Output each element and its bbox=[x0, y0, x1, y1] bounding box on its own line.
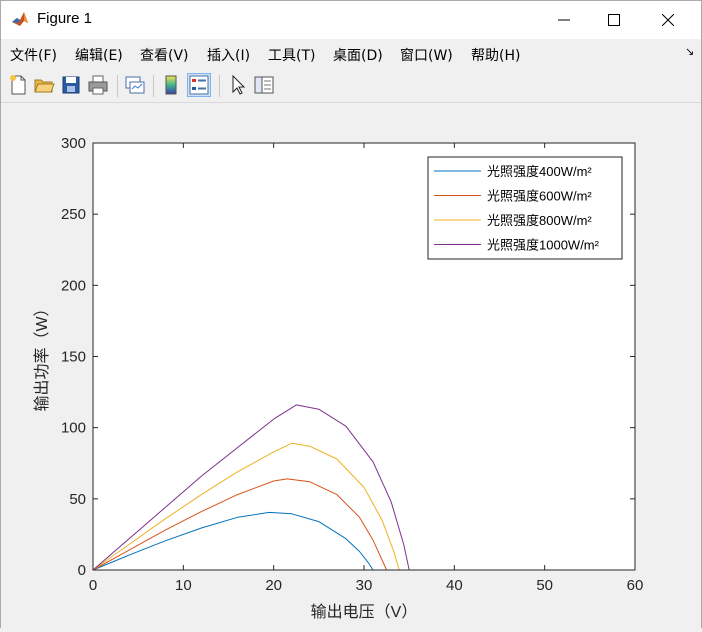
x-tick-label: 10 bbox=[175, 577, 192, 594]
legend-label: 光照强度400W/m² bbox=[487, 164, 592, 179]
minimize-icon bbox=[558, 19, 570, 21]
close-button[interactable] bbox=[645, 1, 691, 39]
print-icon bbox=[88, 75, 108, 95]
new-figure-button[interactable] bbox=[6, 73, 30, 97]
x-tick-label: 60 bbox=[627, 577, 644, 594]
minimize-button[interactable] bbox=[541, 1, 587, 39]
new-figure-icon bbox=[10, 75, 26, 95]
maximize-icon bbox=[608, 14, 620, 26]
link-plot-button[interactable] bbox=[123, 73, 147, 97]
legend-icon bbox=[189, 75, 209, 95]
matlab-logo-icon bbox=[11, 10, 29, 28]
legend-label: 光照强度800W/m² bbox=[487, 213, 592, 228]
menu-help[interactable]: 帮助(H) bbox=[471, 45, 520, 65]
x-axis-label: 输出电压（V） bbox=[311, 603, 418, 621]
link-plot-icon bbox=[125, 76, 145, 94]
close-icon bbox=[662, 14, 674, 26]
menu-insert[interactable]: 插入(I) bbox=[207, 45, 250, 65]
save-icon bbox=[62, 76, 80, 94]
title-bar[interactable]: Figure 1 bbox=[1, 1, 701, 39]
x-tick-label: 40 bbox=[446, 577, 463, 594]
property-inspector-button[interactable] bbox=[252, 73, 276, 97]
edit-plot-cursor-icon bbox=[232, 74, 246, 95]
y-tick-label: 50 bbox=[69, 491, 86, 508]
y-tick-label: 250 bbox=[61, 206, 86, 223]
open-file-icon bbox=[34, 79, 55, 93]
y-tick-label: 150 bbox=[61, 349, 86, 366]
dock-arrow-icon[interactable]: ↘ bbox=[685, 45, 694, 58]
print-button[interactable] bbox=[86, 73, 110, 97]
window-title: Figure 1 bbox=[37, 10, 93, 27]
menu-file[interactable]: 文件(F) bbox=[10, 45, 57, 65]
line-chart[interactable]: 0 10 20 30 40 50 60050100150200250300 输出电压（V） … bbox=[1, 103, 701, 628]
legend-label: 光照强度600W/m² bbox=[487, 189, 592, 204]
y-tick-label: 200 bbox=[61, 277, 86, 294]
toolbar-separator bbox=[117, 75, 118, 97]
x-tick-label: 20 bbox=[265, 577, 282, 594]
legend[interactable]: 光照强度400W/m² 光照强度600W/m² 光照强度800W/m² 光照强度100… bbox=[427, 156, 623, 260]
colorbar-button[interactable] bbox=[159, 73, 183, 97]
y-tick-label: 100 bbox=[61, 420, 86, 437]
y-tick-label: 0 bbox=[78, 562, 86, 579]
y-axis-label: 输出功率（W） bbox=[33, 300, 51, 411]
edit-plot-button[interactable] bbox=[225, 73, 249, 97]
menu-tools[interactable]: 工具(T) bbox=[268, 45, 315, 65]
open-file-button[interactable] bbox=[32, 73, 56, 97]
menu-view[interactable]: 查看(V) bbox=[140, 45, 189, 65]
menu-bar: 文件(F) 编辑(E) 查看(V) 插入(I) 工具(T) 桌面(D) 窗口(W… bbox=[1, 39, 701, 69]
menu-edit[interactable]: 编辑(E) bbox=[75, 45, 123, 65]
figure-canvas[interactable]: 0 10 20 30 40 50 60 0 50 100 150 200 250 300 输出电压（V） … bbox=[1, 103, 701, 628]
menu-desktop[interactable]: 桌面(D) bbox=[333, 45, 383, 65]
menu-window[interactable]: 窗口(W) bbox=[400, 45, 453, 65]
property-inspector-icon bbox=[254, 76, 274, 94]
save-button[interactable] bbox=[59, 73, 83, 97]
x-tick-label: 50 bbox=[536, 577, 553, 594]
toolbar bbox=[1, 69, 701, 103]
y-tick-label: 300 bbox=[61, 135, 86, 152]
colorbar-icon bbox=[165, 75, 177, 95]
x-tick-label: 0 bbox=[89, 577, 97, 594]
legend-button[interactable] bbox=[187, 73, 211, 97]
x-tick-label: 30 bbox=[356, 577, 373, 594]
figure-window: Figure 1 文件(F) 编辑(E) 查看(V) 插入(I) 工具(T) 桌… bbox=[0, 0, 702, 628]
toolbar-separator bbox=[219, 75, 220, 97]
legend-label: 光照强度1000W/m² bbox=[487, 238, 600, 253]
toolbar-separator bbox=[153, 75, 154, 97]
maximize-button[interactable] bbox=[591, 1, 637, 39]
